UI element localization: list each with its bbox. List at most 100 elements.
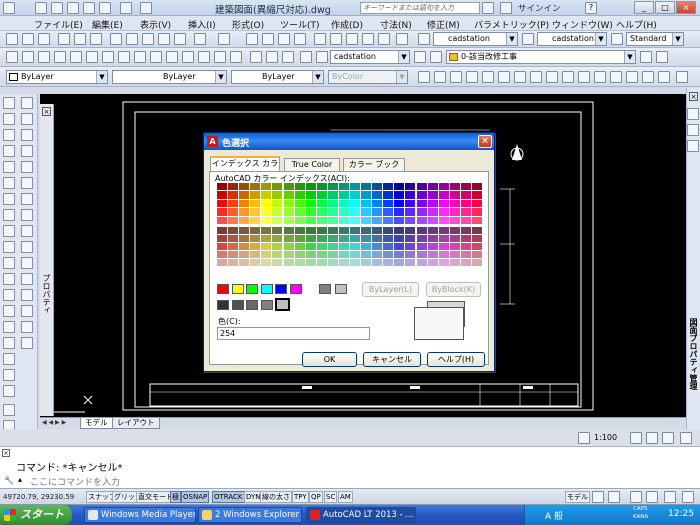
aci-color-cell[interactable]	[416, 227, 427, 234]
aci-color-grid-large[interactable]	[217, 183, 483, 225]
palette-tool-icon[interactable]	[687, 124, 699, 136]
aci-color-cell[interactable]	[449, 243, 460, 250]
aci-color-cell[interactable]	[383, 216, 394, 224]
clean-screen-icon[interactable]	[682, 491, 694, 503]
gray-swatch[interactable]	[335, 284, 347, 294]
aci-color-cell[interactable]	[294, 199, 305, 208]
explode-icon[interactable]	[21, 337, 33, 349]
aci-color-cell[interactable]	[294, 216, 305, 224]
standard-color-swatch[interactable]	[260, 284, 273, 294]
aci-color-cell[interactable]	[372, 235, 383, 242]
aci-color-cell[interactable]	[405, 251, 416, 258]
aci-color-cell[interactable]	[394, 183, 405, 191]
maximize-button[interactable]: □	[655, 1, 675, 14]
aci-color-cell[interactable]	[471, 208, 482, 216]
tab-true-color[interactable]: True Color	[284, 158, 340, 171]
offset-icon[interactable]	[21, 145, 33, 157]
annotation-scale[interactable]: 1:100	[594, 433, 617, 442]
move-icon[interactable]	[21, 177, 33, 189]
menu-edit[interactable]: 編集(E)	[92, 18, 123, 31]
ime-indicator[interactable]: A 般	[545, 509, 563, 522]
aci-color-cell[interactable]	[261, 251, 272, 258]
aci-color-cell[interactable]	[217, 216, 228, 224]
aci-color-cell[interactable]	[272, 208, 283, 216]
aci-color-cell[interactable]	[316, 208, 327, 216]
aci-color-cell[interactable]	[228, 216, 239, 224]
aci-color-cell[interactable]	[338, 191, 349, 199]
aci-color-cell[interactable]	[405, 243, 416, 250]
gray-swatch[interactable]	[289, 300, 302, 310]
layer-select[interactable]: 0-該当改修工事 ▼	[446, 50, 636, 64]
aci-color-cell[interactable]	[327, 199, 338, 208]
aci-color-cell[interactable]	[272, 227, 283, 234]
aci-color-cell[interactable]	[338, 227, 349, 234]
aci-color-cell[interactable]	[261, 243, 272, 250]
standard-color-swatch[interactable]	[289, 284, 302, 294]
aci-color-cell[interactable]	[438, 216, 449, 224]
aci-color-cell[interactable]	[438, 235, 449, 242]
aci-color-cell[interactable]	[294, 183, 305, 191]
aci-color-cell[interactable]	[217, 251, 228, 258]
aci-color-cell[interactable]	[327, 191, 338, 199]
fillet-icon[interactable]	[21, 321, 33, 333]
aci-color-cell[interactable]	[316, 227, 327, 234]
hatch-icon[interactable]	[594, 71, 606, 83]
gray-swatch[interactable]	[217, 300, 229, 310]
menu-file[interactable]: ファイル(E)	[34, 18, 83, 31]
aci-color-cell[interactable]	[372, 191, 383, 199]
menu-dimension[interactable]: 寸法(N)	[380, 18, 412, 31]
table-style-select[interactable]: Standard ▼	[626, 32, 684, 46]
aci-color-cell[interactable]	[239, 227, 250, 234]
aci-color-cell[interactable]	[449, 251, 460, 258]
properties-icon[interactable]	[314, 33, 326, 45]
aci-color-cell[interactable]	[383, 191, 394, 199]
aci-color-cell[interactable]	[305, 251, 316, 258]
aci-color-cell[interactable]	[416, 235, 427, 242]
aci-color-cell[interactable]	[471, 216, 482, 224]
layer-settings-icon[interactable]	[282, 51, 294, 63]
tab-layout[interactable]: レイアウト	[112, 418, 160, 429]
palette-tool-icon[interactable]	[687, 140, 699, 152]
layer-manager-icon[interactable]	[414, 51, 426, 63]
aci-color-cell[interactable]	[383, 227, 394, 234]
aci-color-cell[interactable]	[460, 251, 471, 258]
aci-color-cell[interactable]	[338, 199, 349, 208]
aci-color-cell[interactable]	[427, 216, 438, 224]
aci-color-cell[interactable]	[327, 216, 338, 224]
aci-color-cell[interactable]	[438, 227, 449, 234]
osnap-toggle[interactable]: OSNAP	[181, 491, 210, 503]
sign-in-link[interactable]: サインイン	[518, 2, 561, 14]
sheet-set-icon[interactable]	[362, 33, 374, 45]
aci-color-cell[interactable]	[416, 259, 427, 266]
aci-color-cell[interactable]	[217, 199, 228, 208]
quick-view-drawings-icon[interactable]	[608, 491, 620, 503]
stretch-icon[interactable]	[21, 225, 33, 237]
right-palette-bar[interactable]: × 図面プロパティ管理	[686, 88, 700, 448]
aci-color-cell[interactable]	[405, 183, 416, 191]
polyline-icon[interactable]	[418, 71, 430, 83]
aci-color-cell[interactable]	[228, 183, 239, 191]
layer-unisolate-icon[interactable]	[118, 51, 130, 63]
close-button[interactable]: ×	[676, 1, 696, 14]
aci-color-cell[interactable]	[305, 227, 316, 234]
insert-block-icon[interactable]	[3, 273, 15, 285]
polar-toggle[interactable]: 極	[170, 491, 181, 503]
aci-color-cell[interactable]	[350, 243, 361, 250]
aci-color-cell[interactable]	[283, 227, 294, 234]
text-icon[interactable]	[610, 71, 622, 83]
gradient-icon[interactable]	[3, 337, 15, 349]
aci-color-cell[interactable]	[361, 208, 372, 216]
aci-color-cell[interactable]	[283, 235, 294, 242]
linetype-control-select[interactable]: ByLayer ▼	[112, 70, 227, 84]
lock-icon[interactable]	[664, 491, 676, 503]
aci-color-cell[interactable]	[261, 216, 272, 224]
extend-icon[interactable]	[21, 257, 33, 269]
aci-color-cell[interactable]	[239, 191, 250, 199]
aci-color-cell[interactable]	[327, 208, 338, 216]
aci-color-cell[interactable]	[416, 208, 427, 216]
aci-color-cell[interactable]	[460, 235, 471, 242]
aci-color-cell[interactable]	[438, 183, 449, 191]
aci-color-cell[interactable]	[438, 243, 449, 250]
match-properties-icon[interactable]	[158, 33, 170, 45]
tab-nav-arrows[interactable]: ◀ ◀ ▶ ▶	[42, 419, 78, 429]
